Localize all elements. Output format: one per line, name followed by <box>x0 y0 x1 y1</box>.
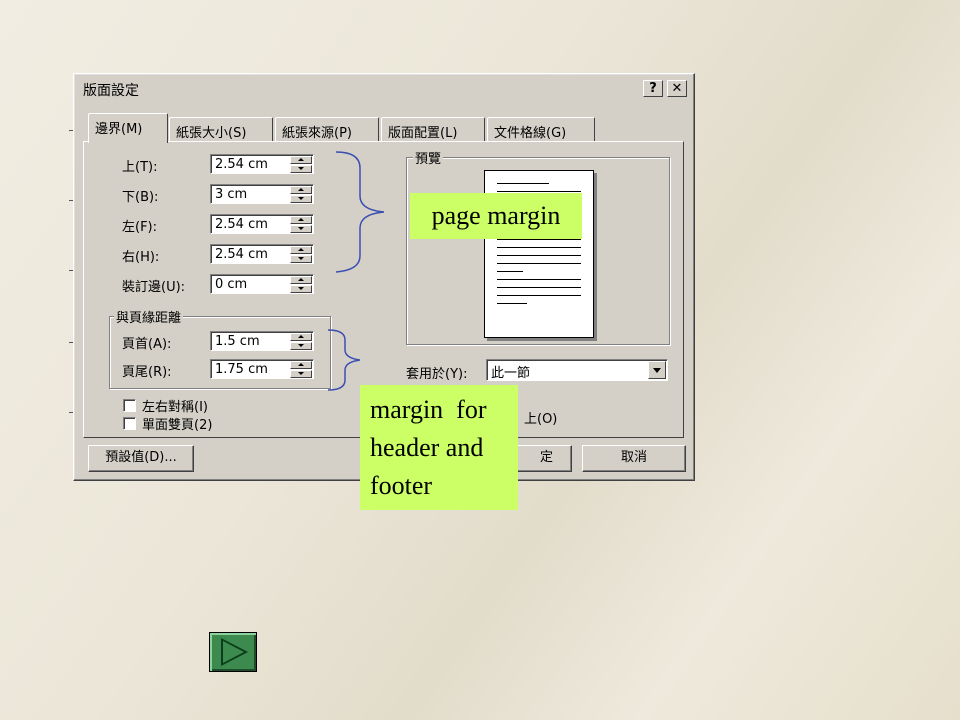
tab-layout[interactable]: 版面配置(L) <box>381 117 485 141</box>
default-button[interactable]: 預設值(D)... <box>88 445 194 472</box>
gutter-input[interactable]: 0 cm <box>210 274 314 294</box>
play-triangle-icon <box>221 638 248 666</box>
header-distance-input[interactable]: 1.5 cm <box>210 331 314 351</box>
gutter-label: 裝訂邊(U): <box>122 280 186 295</box>
dialog-title: 版面設定 <box>83 83 139 99</box>
mirror-margins-label: 左右對稱(I) <box>142 400 208 415</box>
top-margin-input[interactable]: 2.54 cm <box>210 154 314 174</box>
tab-paper-size[interactable]: 紙張大小(S) <box>169 117 273 141</box>
mirror-margins-checkbox[interactable] <box>123 399 136 412</box>
close-button[interactable]: ✕ <box>667 80 687 97</box>
footer-distance-input[interactable]: 1.75 cm <box>210 359 314 379</box>
right-margin-input[interactable]: 2.54 cm <box>210 244 314 264</box>
footer-distance-spinner[interactable] <box>290 361 312 378</box>
header-distance-spinner[interactable] <box>290 333 312 350</box>
header-distance-label: 頁首(A): <box>122 337 172 352</box>
ok-button-label: 定 <box>539 450 553 465</box>
next-slide-button[interactable] <box>209 632 257 672</box>
header-footer-group-title: 與頁緣距離 <box>114 307 184 326</box>
tab-document-grid[interactable]: 文件格線(G) <box>487 117 595 141</box>
right-margin-spinner[interactable] <box>290 246 312 263</box>
two-pages-label: 單面雙頁(2) <box>142 418 213 433</box>
tab-margins[interactable]: 邊界(M) <box>88 113 168 143</box>
bottom-margin-label: 下(B): <box>122 190 159 205</box>
header-footer-note-line: header and <box>370 433 484 462</box>
header-footer-note-line: margin for <box>370 395 487 424</box>
left-margin-input[interactable]: 2.54 cm <box>210 214 314 234</box>
gutter-position-label: 上(O) <box>524 412 558 427</box>
right-margin-label: 右(H): <box>122 250 160 265</box>
gutter-spinner[interactable] <box>290 276 312 293</box>
bottom-margin-input[interactable]: 3 cm <box>210 184 314 204</box>
bottom-margin-spinner[interactable] <box>290 186 312 203</box>
footer-distance-label: 頁尾(R): <box>122 365 172 380</box>
top-margin-spinner[interactable] <box>290 156 312 173</box>
title-bar: 版面設定 ? ✕ <box>77 77 691 99</box>
page-margin-note: page margin <box>410 193 582 239</box>
apply-to-label: 套用於(Y): <box>406 367 468 382</box>
chevron-down-icon[interactable] <box>648 361 666 379</box>
apply-to-select[interactable]: 此一節 <box>486 359 668 381</box>
left-margin-spinner[interactable] <box>290 216 312 233</box>
help-button[interactable]: ? <box>643 80 663 97</box>
two-pages-checkbox[interactable] <box>123 417 136 430</box>
left-margin-label: 左(F): <box>122 220 158 235</box>
cancel-button[interactable]: 取消 <box>582 445 686 472</box>
tab-paper-source[interactable]: 紙張來源(P) <box>275 117 379 141</box>
header-footer-note: margin for header and footer <box>360 385 518 510</box>
top-margin-label: 上(T): <box>122 160 158 175</box>
preview-title: 預覽 <box>413 148 444 167</box>
header-footer-note-line: footer <box>370 471 433 500</box>
